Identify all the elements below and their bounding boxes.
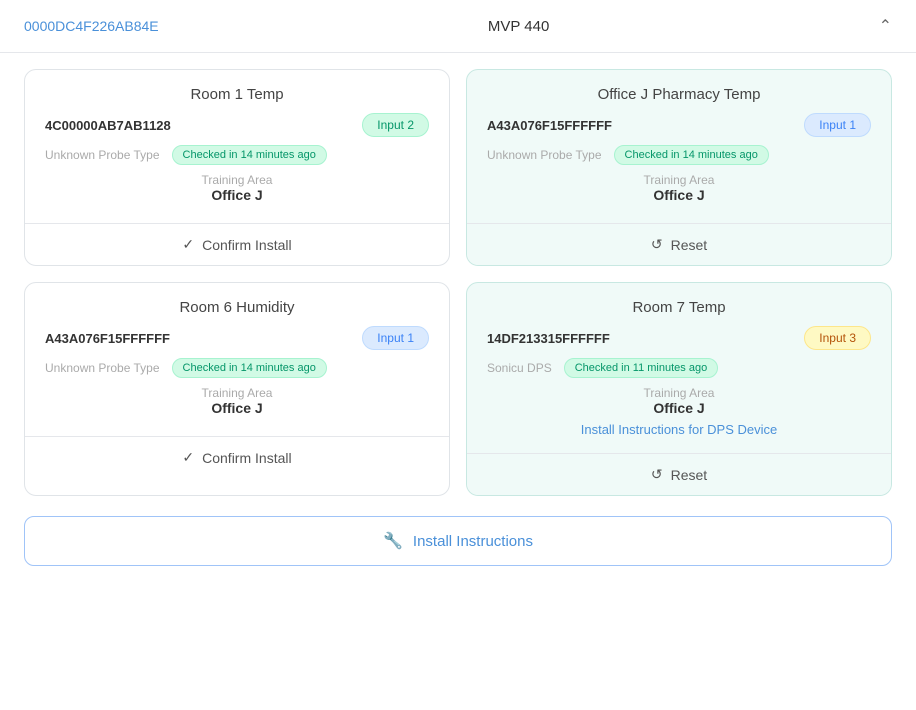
footer-action-label: Confirm Install: [202, 237, 291, 253]
card-body: Room 1 Temp 4C00000AB7AB1128 Input 2 Unk…: [25, 70, 449, 223]
input-badge: Input 1: [362, 326, 429, 350]
training-value: Office J: [487, 187, 871, 203]
training-section: Training Area Office J: [45, 173, 429, 203]
probe-type-label: Unknown Probe Type: [45, 361, 160, 375]
footer-action-label: Reset: [671, 467, 708, 483]
card-title: Room 6 Humidity: [45, 299, 429, 316]
card-mac: A43A076F15FFFFFF: [487, 118, 612, 133]
checked-in-badge: Checked in 11 minutes ago: [564, 358, 719, 378]
header: 0000DC4F226AB84E MVP 440 ⌃: [0, 0, 916, 53]
probe-row: Unknown Probe Type Checked in 14 minutes…: [45, 358, 429, 378]
training-label: Training Area: [45, 386, 429, 400]
chevron-up-icon[interactable]: ⌃: [879, 16, 892, 36]
dps-link[interactable]: Install Instructions for DPS Device: [487, 422, 871, 437]
wrench-icon: 🔧: [383, 531, 403, 551]
card-card-office-j: Office J Pharmacy Temp A43A076F15FFFFFF …: [466, 69, 892, 266]
checked-in-badge: Checked in 14 minutes ago: [614, 145, 769, 165]
training-section: Training Area Office J: [45, 386, 429, 416]
card-mac-row: A43A076F15FFFFFF Input 1: [487, 113, 871, 137]
training-value: Office J: [487, 400, 871, 416]
card-mac: 4C00000AB7AB1128: [45, 118, 171, 133]
footer-action-label: Confirm Install: [202, 450, 291, 466]
probe-row: Sonicu DPS Checked in 11 minutes ago: [487, 358, 871, 378]
card-card-room7: Room 7 Temp 14DF213315FFFFFF Input 3 Son…: [466, 282, 892, 496]
training-value: Office J: [45, 187, 429, 203]
training-label: Training Area: [487, 386, 871, 400]
card-mac: 14DF213315FFFFFF: [487, 331, 610, 346]
training-section: Training Area Office J: [487, 386, 871, 416]
footer-action-icon: ↺: [651, 466, 663, 483]
footer-action-icon: ✓: [182, 236, 194, 253]
probe-row: Unknown Probe Type Checked in 14 minutes…: [487, 145, 871, 165]
card-body: Room 7 Temp 14DF213315FFFFFF Input 3 Son…: [467, 283, 891, 453]
training-section: Training Area Office J: [487, 173, 871, 203]
card-body: Office J Pharmacy Temp A43A076F15FFFFFF …: [467, 70, 891, 223]
footer-action-icon: ✓: [182, 449, 194, 466]
card-footer[interactable]: ✓ Confirm Install: [25, 436, 449, 478]
card-card-room6: Room 6 Humidity A43A076F15FFFFFF Input 1…: [24, 282, 450, 496]
card-title: Room 1 Temp: [45, 86, 429, 103]
training-label: Training Area: [45, 173, 429, 187]
probe-row: Unknown Probe Type Checked in 14 minutes…: [45, 145, 429, 165]
card-title: Room 7 Temp: [487, 299, 871, 316]
card-title: Office J Pharmacy Temp: [487, 86, 871, 103]
input-badge: Input 2: [362, 113, 429, 137]
footer-action-icon: ↺: [651, 236, 663, 253]
device-model: MVP 440: [488, 18, 549, 35]
card-footer[interactable]: ✓ Confirm Install: [25, 223, 449, 265]
cards-grid: Room 1 Temp 4C00000AB7AB1128 Input 2 Unk…: [0, 53, 916, 512]
card-mac: A43A076F15FFFFFF: [45, 331, 170, 346]
probe-type-label: Unknown Probe Type: [45, 148, 160, 162]
probe-type-label: Unknown Probe Type: [487, 148, 602, 162]
card-mac-row: 4C00000AB7AB1128 Input 2: [45, 113, 429, 137]
checked-in-badge: Checked in 14 minutes ago: [172, 145, 327, 165]
card-footer[interactable]: ↺ Reset: [467, 223, 891, 265]
install-instructions-bar[interactable]: 🔧 Install Instructions: [24, 516, 892, 566]
input-badge: Input 3: [804, 326, 871, 350]
card-mac-row: A43A076F15FFFFFF Input 1: [45, 326, 429, 350]
checked-in-badge: Checked in 14 minutes ago: [172, 358, 327, 378]
card-mac-row: 14DF213315FFFFFF Input 3: [487, 326, 871, 350]
card-body: Room 6 Humidity A43A076F15FFFFFF Input 1…: [25, 283, 449, 436]
training-label: Training Area: [487, 173, 871, 187]
card-card-room1: Room 1 Temp 4C00000AB7AB1128 Input 2 Unk…: [24, 69, 450, 266]
card-footer[interactable]: ↺ Reset: [467, 453, 891, 495]
input-badge: Input 1: [804, 113, 871, 137]
probe-type-label: Sonicu DPS: [487, 361, 552, 375]
training-value: Office J: [45, 400, 429, 416]
footer-action-label: Reset: [671, 237, 708, 253]
device-id: 0000DC4F226AB84E: [24, 18, 159, 34]
install-instructions-label: Install Instructions: [413, 533, 533, 550]
